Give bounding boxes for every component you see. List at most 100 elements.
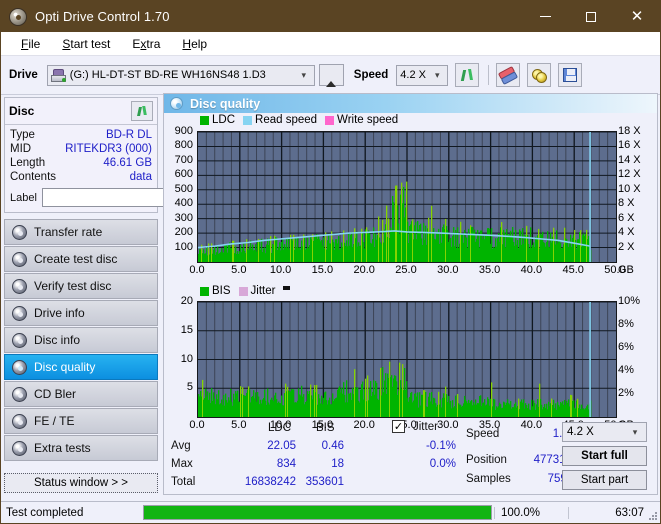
- menu-item-file[interactable]: FFileile: [10, 35, 51, 53]
- y2-axis-tick: 2 X: [618, 240, 635, 253]
- status-text: Test completed: [6, 506, 84, 519]
- y2-axis-tick: 2%: [618, 387, 634, 399]
- disc-tools-button[interactable]: [527, 63, 552, 87]
- legend-label: Write speed: [337, 114, 399, 126]
- sidebar-item-fe-te[interactable]: FE / TE: [4, 408, 158, 434]
- disc-refresh-button[interactable]: [131, 101, 153, 121]
- eject-button[interactable]: [318, 64, 344, 87]
- save-icon: [563, 68, 578, 82]
- disc-icon: [12, 359, 27, 375]
- ldc-legend: LDC Read speed Write speed: [200, 114, 402, 126]
- disc-length-label: Length: [10, 157, 46, 169]
- samples-row-label: Samples: [466, 473, 511, 485]
- disc-icon: [12, 278, 27, 294]
- toolbar-divider: [488, 65, 490, 85]
- jitter-checkbox[interactable]: ✓: [392, 420, 405, 433]
- title-bar: Opti Drive Control 1.70 ✕: [1, 1, 660, 32]
- refresh-button[interactable]: [455, 63, 480, 87]
- legend-label: Read speed: [255, 114, 318, 126]
- x-axis-tick: 35.0: [478, 264, 501, 276]
- chevron-down-icon: ▾: [632, 426, 638, 437]
- sidebar-item-verify-test-disc[interactable]: Verify test disc: [4, 273, 158, 299]
- y-axis-tick: 5: [186, 381, 193, 394]
- y-axis-tick: 100: [174, 240, 193, 253]
- x-axis-unit: GB: [618, 264, 634, 276]
- test-speed-select[interactable]: 4.2 X ▾: [562, 422, 647, 442]
- disc-row-contents: Contents data: [10, 170, 152, 184]
- chevron-down-icon: ▾: [301, 69, 307, 80]
- jitter-checkbox-row: ✓ Jitter: [392, 420, 438, 433]
- menu-item-help[interactable]: Help: [171, 35, 218, 53]
- stats-row-total-label: Total: [171, 476, 195, 488]
- progress-bar: [143, 505, 492, 520]
- close-button[interactable]: ✕: [614, 1, 660, 32]
- bis-legend: BIS Jitter: [200, 285, 291, 297]
- y-axis-tick: 900: [174, 125, 193, 137]
- disc-icon: [12, 305, 27, 321]
- drive-select[interactable]: (G:) HL-DT-ST BD-RE WH16NS48 1.D3 ▾: [46, 64, 315, 86]
- legend-swatch: [200, 115, 209, 125]
- disc-mid-value: RITEKDR3 (000): [65, 143, 152, 155]
- legend-label: LDC: [212, 114, 236, 126]
- label-position: Position: [466, 454, 507, 466]
- jitter-marker-icon: [283, 285, 291, 290]
- sidebar-item-disc-info[interactable]: Disc info: [4, 327, 158, 353]
- start-part-button[interactable]: Start part: [562, 470, 647, 490]
- sidebar-item-transfer-rate[interactable]: Transfer rate: [4, 219, 158, 245]
- sidebar-item-disc-quality[interactable]: Disc quality: [4, 354, 158, 380]
- sidebar-item-drive-info[interactable]: Drive info: [4, 300, 158, 326]
- toolbar: Drive (G:) HL-DT-ST BD-RE WH16NS48 1.D3 …: [1, 56, 660, 95]
- erase-button[interactable]: [496, 63, 521, 87]
- disc-row-type: Type BD-R DL: [10, 128, 152, 142]
- sidebar-item-label: Create test disc: [34, 252, 118, 266]
- legend-item-write-speed: Write speed: [325, 114, 398, 126]
- value-jitter-avg: -0.1%: [425, 440, 456, 452]
- plot2-svg: [198, 302, 616, 417]
- y-axis-tick: 500: [174, 182, 193, 195]
- value-avg-bis: 0.46: [321, 440, 344, 452]
- disc-label-label: Label: [10, 191, 37, 204]
- maximize-button[interactable]: [568, 1, 614, 32]
- menu-item-extra[interactable]: Extra: [121, 35, 171, 53]
- status-window-button[interactable]: Status window > >: [4, 473, 158, 493]
- disc-length-value: 46.61 GB: [103, 157, 152, 169]
- progress-percent: 100.0%: [494, 506, 568, 519]
- sidebar: Disc Type BD-R DL MID RITEKDR3 (000) Len…: [1, 95, 244, 495]
- y2-axis-tick: 18 X: [618, 125, 641, 137]
- sidebar-item-cd-bler[interactable]: CD Bler: [4, 381, 158, 407]
- disc-icon: [12, 251, 27, 267]
- plot1-svg: [198, 132, 616, 262]
- speed-select[interactable]: 4.2 X ▾: [396, 64, 449, 86]
- refresh-icon: [136, 105, 148, 117]
- legend-swatch: [200, 286, 209, 296]
- ldc-plot-area: [197, 131, 617, 263]
- close-icon: ✕: [630, 8, 644, 25]
- ldc-chart: LDC Read speed Write speed 100 200 300 400 5…: [164, 113, 657, 285]
- legend-swatch: [238, 286, 248, 296]
- status-window-label: Status window > >: [34, 477, 128, 489]
- legend-label: Jitter: [250, 285, 276, 297]
- app-disc-icon: [9, 7, 27, 26]
- start-full-button[interactable]: Start full: [562, 446, 647, 466]
- menu-item-start-test[interactable]: Start test: [51, 35, 121, 53]
- save-button[interactable]: [558, 63, 583, 87]
- resize-grip[interactable]: [647, 510, 658, 521]
- y-axis-tick: 600: [174, 168, 193, 181]
- sidebar-item-extra-tests[interactable]: Extra tests: [4, 435, 158, 461]
- start-part-label: Start part: [580, 474, 629, 486]
- disc-row-mid: MID RITEKDR3 (000): [10, 142, 152, 156]
- position-row-label: Position: [466, 454, 507, 466]
- legend-swatch: [243, 115, 253, 125]
- minimize-button[interactable]: [522, 1, 568, 32]
- main-panel: Disc quality LDC Read speed Write speed: [163, 93, 658, 495]
- value-max-bis: 18: [331, 458, 344, 470]
- y2-axis-tick: 8%: [618, 318, 634, 330]
- disc-contents-label: Contents: [10, 171, 57, 183]
- y-axis-tick: 300: [174, 211, 193, 224]
- status-bar: Test completed 100.0% 63:07: [1, 501, 660, 523]
- stats-row-max-label: Max: [171, 458, 193, 470]
- x-axis-tick: 25.0: [395, 264, 417, 276]
- sidebar-item-create-test-disc[interactable]: Create test disc: [4, 246, 158, 272]
- legend-item-bis: BIS: [200, 285, 231, 297]
- label-avg: Avg: [171, 440, 191, 452]
